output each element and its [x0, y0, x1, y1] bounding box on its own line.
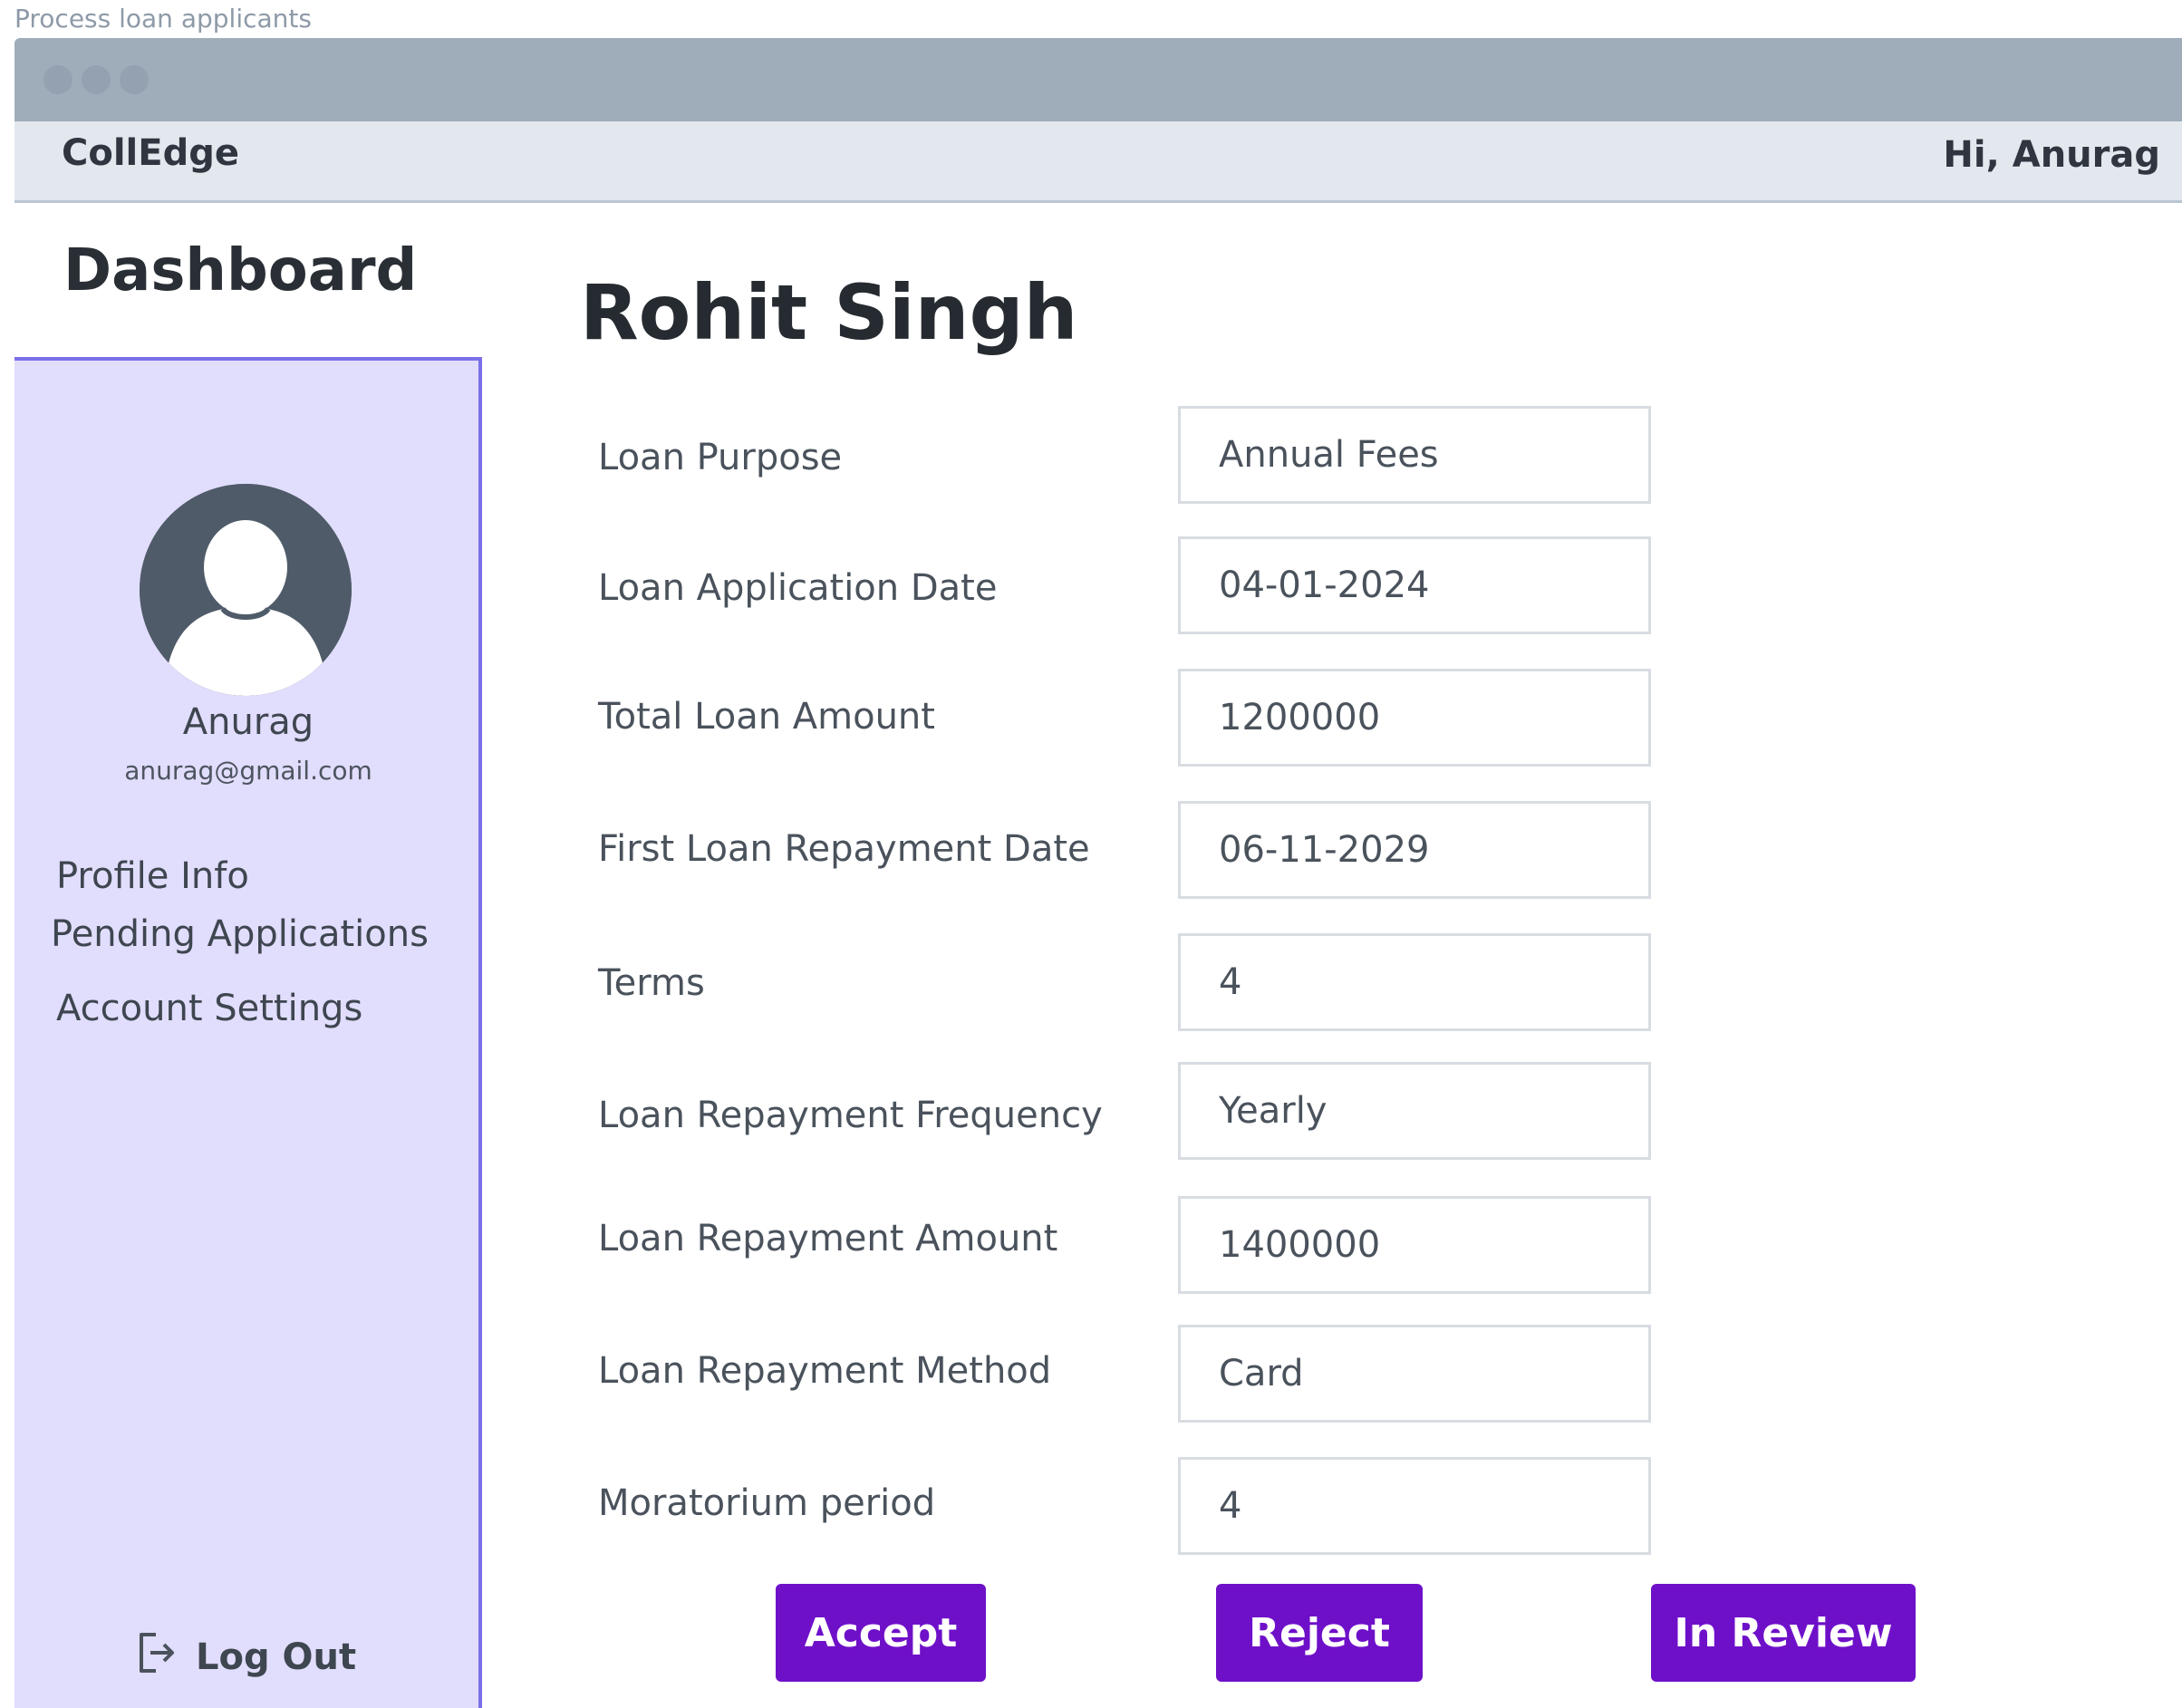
field-terms[interactable]: 4	[1178, 933, 1651, 1031]
in-review-button[interactable]: In Review	[1651, 1584, 1916, 1682]
field-label-loan-application-date: Loan Application Date	[598, 567, 998, 609]
sidebar-item-account-settings[interactable]: Account Settings	[56, 988, 362, 1029]
field-loan-repayment-amount[interactable]: 1400000	[1178, 1196, 1651, 1294]
sidebar-item-profile-info[interactable]: Profile Info	[56, 855, 249, 897]
field-label-loan-purpose: Loan Purpose	[598, 437, 843, 478]
field-label-loan-repayment-amount: Loan Repayment Amount	[598, 1218, 1058, 1259]
field-loan-repayment-frequency[interactable]: Yearly	[1178, 1062, 1651, 1160]
brand-logo-text[interactable]: CollEdge	[62, 132, 239, 174]
field-label-terms: Terms	[598, 962, 705, 1004]
field-label-first-loan-repayment-date: First Loan Repayment Date	[598, 828, 1090, 870]
logout-label: Log Out	[196, 1636, 357, 1678]
window-minimize-dot[interactable]	[82, 65, 111, 94]
window-maximize-dot[interactable]	[120, 65, 149, 94]
sidebar: Anurag anurag@gmail.com Profile Info Pen…	[14, 357, 482, 1708]
field-total-loan-amount[interactable]: 1200000	[1178, 669, 1651, 767]
page-caption: Process loan applicants	[14, 4, 312, 34]
sidebar-item-pending-applications[interactable]: Pending Applications	[51, 913, 429, 955]
field-label-loan-repayment-frequency: Loan Repayment Frequency	[598, 1095, 1103, 1136]
logout-icon	[136, 1629, 179, 1685]
field-label-loan-repayment-method: Loan Repayment Method	[598, 1350, 1052, 1392]
field-loan-purpose[interactable]: Annual Fees	[1178, 406, 1651, 504]
accept-button[interactable]: Accept	[776, 1584, 986, 1682]
logout-button[interactable]: Log Out	[136, 1629, 356, 1685]
user-avatar-icon	[140, 484, 352, 696]
app-header: CollEdge Hi, Anurag	[14, 121, 2182, 203]
applicant-name: Rohit Singh	[580, 268, 1078, 357]
user-name: Anurag	[182, 701, 314, 743]
window-titlebar	[14, 38, 2182, 121]
window-close-dot[interactable]	[43, 65, 72, 94]
field-first-loan-repayment-date[interactable]: 06-11-2029	[1178, 801, 1651, 899]
field-moratorium-period[interactable]: 4	[1178, 1457, 1651, 1555]
field-loan-repayment-method[interactable]: Card	[1178, 1325, 1651, 1423]
field-label-total-loan-amount: Total Loan Amount	[598, 696, 935, 738]
field-loan-application-date[interactable]: 04-01-2024	[1178, 536, 1651, 634]
field-label-moratorium-period: Moratorium period	[598, 1482, 936, 1524]
user-email: anurag@gmail.com	[124, 756, 372, 786]
reject-button[interactable]: Reject	[1216, 1584, 1423, 1682]
user-greeting: Hi, Anurag	[1943, 134, 2160, 176]
dashboard-title: Dashboard	[63, 237, 418, 304]
